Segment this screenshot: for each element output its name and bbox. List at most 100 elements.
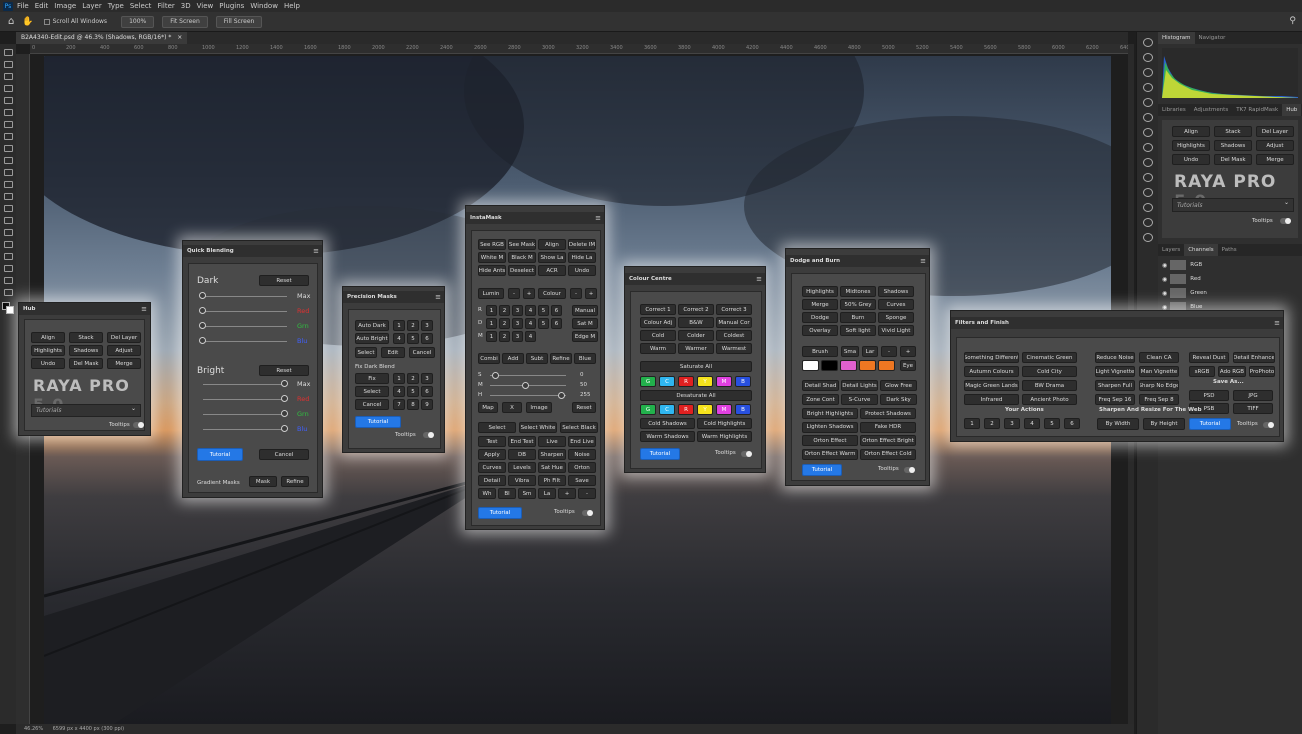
tk-plugin-icon[interactable]: [1142, 158, 1153, 167]
bright-highlights-button[interactable]: Bright Highlights: [802, 408, 858, 419]
srgb-button[interactable]: sRGB: [1189, 366, 1215, 377]
m-swatch[interactable]: M: [716, 404, 732, 415]
move-tool-icon[interactable]: [3, 49, 13, 56]
orton-effect-warm-button[interactable]: Orton Effect Warm: [802, 448, 858, 460]
magic-green-lands-button[interactable]: Magic Green Lands: [964, 380, 1019, 391]
number-button[interactable]: 7: [393, 399, 405, 410]
blend-slider-knob[interactable]: [281, 425, 288, 432]
zoom-tool-icon[interactable]: [3, 289, 13, 296]
see-rgb-button[interactable]: See RGB: [478, 239, 506, 250]
action-number-button[interactable]: 5: [1044, 418, 1060, 429]
eye-icon[interactable]: ◉: [1162, 276, 1167, 283]
detail-enhance-button[interactable]: Detail Enhance: [1233, 352, 1275, 363]
blend-slider-knob[interactable]: [199, 307, 206, 314]
fit-screen-button[interactable]: Fit Screen: [162, 15, 208, 28]
acr-button[interactable]: ACR: [538, 265, 566, 276]
number-button[interactable]: 1: [486, 318, 497, 329]
document-tab[interactable]: B2A4340-Edit.psd @ 46.3% (Shadows, RGB/1…: [16, 32, 188, 44]
number-button[interactable]: 5: [407, 333, 419, 344]
desaturate-all-button[interactable]: Desaturate All: [640, 390, 752, 401]
brush-button[interactable]: Brush: [802, 346, 838, 357]
tab-rapidmask[interactable]: TK7 RapidMask: [1232, 104, 1282, 116]
search-icon[interactable]: ⚲: [1289, 16, 1296, 26]
detail-button[interactable]: Detail: [478, 475, 506, 486]
warmest-button[interactable]: Warmest: [716, 343, 752, 354]
panel-menu-icon[interactable]: ≡: [435, 291, 441, 303]
hub-stack-button[interactable]: Stack: [1214, 126, 1252, 137]
blend-slider-knob[interactable]: [281, 410, 288, 417]
quick-select-tool-icon[interactable]: [3, 85, 13, 92]
hub-del-layer-button[interactable]: Del Layer: [107, 332, 141, 343]
hub-adjust-button[interactable]: Adjust: [107, 345, 141, 356]
colour-button[interactable]: Colour: [538, 288, 566, 299]
select-button[interactable]: Select: [355, 347, 377, 358]
tooltips-toggle[interactable]: [582, 510, 593, 516]
brush-color-swatch[interactable]: [821, 360, 838, 371]
number-button[interactable]: 3: [421, 373, 433, 384]
deselect-button[interactable]: Deselect: [508, 265, 536, 276]
highlights-button[interactable]: Highlights: [802, 286, 838, 297]
cancel-button[interactable]: Cancel: [355, 399, 389, 410]
hub-undo-button[interactable]: Undo: [31, 358, 65, 369]
curves-button[interactable]: Curves: [478, 462, 506, 473]
x-button[interactable]: X: [502, 402, 522, 413]
properties-icon[interactable]: [1142, 68, 1153, 77]
home-icon[interactable]: ⌂: [8, 16, 14, 27]
hub-shadows-button[interactable]: Shadows: [69, 345, 103, 356]
-button[interactable]: -: [578, 488, 596, 499]
hub-adjust-button[interactable]: Adjust: [1256, 140, 1294, 151]
zoom-100-button[interactable]: 100%: [121, 15, 155, 28]
number-button[interactable]: 3: [512, 305, 523, 316]
apply-button[interactable]: Apply: [478, 449, 506, 460]
select-button[interactable]: Select: [355, 386, 389, 397]
cancel-button[interactable]: Cancel: [409, 347, 435, 358]
number-button[interactable]: 4: [525, 318, 536, 329]
menu-filter[interactable]: Filter: [157, 2, 174, 10]
mask-button[interactable]: Mask: [249, 476, 277, 487]
eye-icon[interactable]: ◉: [1162, 290, 1167, 297]
dark-sky-button[interactable]: Dark Sky: [880, 394, 917, 405]
clean-ca-button[interactable]: Clean CA: [1139, 352, 1179, 363]
merge-button[interactable]: Merge: [802, 299, 838, 310]
man-vignette-button[interactable]: Man Vignette: [1139, 366, 1179, 377]
tutorial-button[interactable]: Tutorial: [197, 448, 243, 461]
paragraph-icon[interactable]: [1142, 143, 1153, 152]
slider-knob[interactable]: [522, 382, 529, 389]
tiff-button[interactable]: TIFF: [1233, 403, 1273, 414]
lumin-plus-button[interactable]: +: [523, 288, 535, 299]
curves-button[interactable]: Curves: [878, 299, 914, 310]
50-grey-button[interactable]: 50% Grey: [840, 299, 876, 310]
hub-shadows-button[interactable]: Shadows: [1214, 140, 1252, 151]
menu-plugins[interactable]: Plugins: [219, 2, 244, 10]
levels-button[interactable]: Levels: [508, 462, 536, 473]
channel-row[interactable]: ◉ Green: [1162, 286, 1298, 300]
large-brush-button[interactable]: Lar: [862, 346, 878, 357]
align-button[interactable]: Align: [538, 239, 566, 250]
end-live-button[interactable]: End Live: [568, 436, 596, 447]
brushes-icon[interactable]: [1142, 113, 1153, 122]
hub-del-layer-button[interactable]: Del Layer: [1256, 126, 1294, 137]
cancel-button[interactable]: Cancel: [259, 449, 309, 460]
eye-button[interactable]: Eye: [900, 360, 916, 371]
channel-row[interactable]: ◉ Red: [1162, 272, 1298, 286]
blend-slider-knob[interactable]: [281, 395, 288, 402]
number-button[interactable]: 4: [525, 331, 536, 342]
b-w-button[interactable]: B&W: [678, 317, 714, 328]
panel-menu-icon[interactable]: ≡: [595, 212, 601, 224]
orton-effect-cold-button[interactable]: Orton Effect Cold: [860, 448, 916, 460]
hide-la-button[interactable]: Hide La: [568, 252, 596, 263]
number-button[interactable]: 1: [393, 373, 405, 384]
number-button[interactable]: 5: [538, 318, 549, 329]
qb-plugin-icon[interactable]: [1142, 218, 1153, 227]
refine-button[interactable]: Refine: [550, 353, 572, 364]
orton-effect-button[interactable]: Orton Effect: [802, 435, 858, 446]
db-button[interactable]: DB: [508, 449, 536, 460]
stamp-tool-icon[interactable]: [3, 157, 13, 164]
tooltips-toggle[interactable]: [423, 432, 434, 438]
protect-shadows-button[interactable]: Protect Shadows: [860, 408, 916, 419]
combi-button[interactable]: Combi: [478, 353, 500, 364]
colour-adj-button[interactable]: Colour Adj: [640, 317, 676, 328]
action-number-button[interactable]: 2: [984, 418, 1000, 429]
r-swatch[interactable]: R: [678, 404, 694, 415]
play-icon[interactable]: [1142, 53, 1153, 62]
